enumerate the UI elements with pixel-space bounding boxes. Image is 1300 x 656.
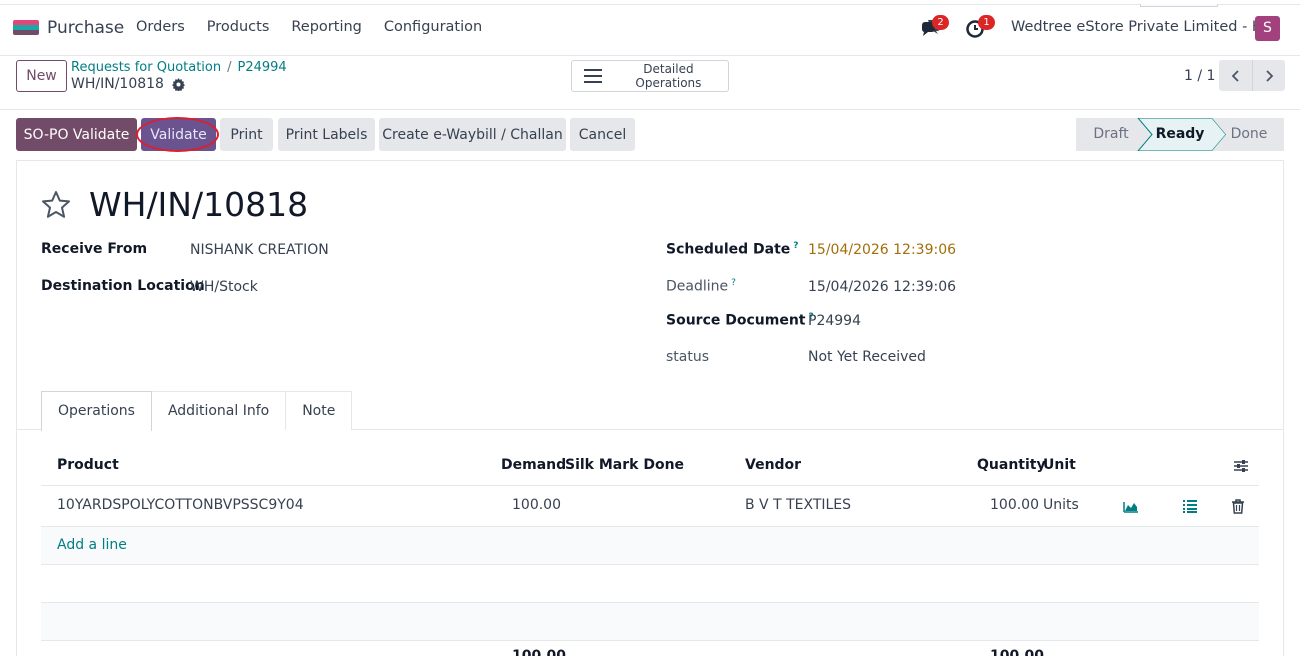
- menu-products[interactable]: Products: [207, 19, 270, 35]
- pager-value[interactable]: 1 / 1: [1184, 68, 1215, 84]
- table-row-line: [41, 640, 1259, 641]
- gear-icon[interactable]: [171, 77, 185, 91]
- row-unit[interactable]: Units: [1043, 497, 1079, 513]
- print-labels-button[interactable]: Print Labels: [278, 118, 375, 151]
- row-vendor[interactable]: B V T TEXTILES: [745, 497, 851, 513]
- col-silk-mark-done[interactable]: Silk Mark Done: [565, 457, 684, 473]
- pager-previous-button[interactable]: [1219, 60, 1252, 91]
- notebook-tabs: Operations Additional Info Note: [41, 391, 353, 431]
- chat-icon[interactable]: 2: [920, 15, 949, 38]
- deadline-label: Deadline?: [666, 278, 736, 295]
- chevron-left-icon: [1231, 69, 1239, 82]
- breadcrumb-rfq[interactable]: Requests for Quotation: [71, 60, 221, 75]
- user-avatar[interactable]: S: [1255, 16, 1280, 41]
- status-value: Not Yet Received: [808, 349, 926, 365]
- create-eway-button[interactable]: Create e-Waybill / Challan: [379, 118, 566, 151]
- row-quantity[interactable]: 100.00: [990, 497, 1039, 513]
- receive-from-label: Receive From: [41, 241, 148, 257]
- source-document-value[interactable]: P24994: [808, 313, 861, 329]
- table-header-line: [41, 485, 1259, 486]
- menu-configuration[interactable]: Configuration: [384, 19, 482, 35]
- receive-from-value[interactable]: NISHANK CREATION: [190, 242, 329, 258]
- tab-operations[interactable]: Operations: [41, 391, 152, 431]
- row-demand[interactable]: 100.00: [512, 497, 561, 513]
- so-po-validate-button[interactable]: SO-PO Validate: [16, 118, 137, 151]
- col-demand[interactable]: Demand: [501, 457, 566, 473]
- menu-reporting[interactable]: Reporting: [291, 19, 362, 35]
- tab-additional-info[interactable]: Additional Info: [150, 391, 287, 430]
- record-title: WH/IN/10818: [89, 185, 309, 224]
- breadcrumb: Requests for Quotation / P24994: [71, 60, 287, 75]
- stage-draft[interactable]: Draft: [1076, 118, 1146, 151]
- top-border: [0, 4, 1300, 7]
- tab-note[interactable]: Note: [285, 391, 353, 430]
- destination-label: Destination Location: [41, 278, 205, 294]
- activity-count-badge: 1: [978, 15, 995, 30]
- stage-done[interactable]: Done: [1214, 118, 1284, 151]
- details-list-icon[interactable]: [1182, 498, 1198, 514]
- new-button[interactable]: New: [16, 60, 67, 92]
- total-quantity: 100.00: [990, 648, 1045, 656]
- stage-ready[interactable]: Ready: [1146, 118, 1214, 151]
- scheduled-date-value[interactable]: 15/04/2026 12:39:06: [808, 242, 956, 258]
- chevron-right-icon: [1266, 69, 1274, 82]
- chat-count-badge: 2: [932, 15, 949, 30]
- add-a-line-link[interactable]: Add a line: [57, 537, 127, 553]
- pager-next-button[interactable]: [1252, 60, 1285, 91]
- total-demand: 100.00: [512, 648, 567, 656]
- main-menu: Orders Products Reporting Configuration: [136, 19, 504, 35]
- col-vendor[interactable]: Vendor: [745, 457, 801, 473]
- col-product[interactable]: Product: [57, 457, 119, 473]
- row-product[interactable]: 10YARDSPOLYCOTTONBVPSSC9Y04: [57, 497, 304, 513]
- record-name-text: WH/IN/10818: [71, 76, 164, 92]
- breadcrumb-separator: /: [227, 60, 232, 75]
- scheduled-date-label: Scheduled Date?: [666, 241, 799, 258]
- deadline-value: 15/04/2026 12:39:06: [808, 279, 957, 295]
- activity-clock-icon[interactable]: 1: [966, 15, 995, 38]
- add-line-row: [41, 527, 1259, 564]
- source-document-label: Source Document?: [666, 312, 814, 329]
- validate-button[interactable]: Validate: [141, 118, 216, 151]
- trash-icon[interactable]: [1230, 498, 1246, 514]
- hamburger-icon: [584, 69, 602, 83]
- cancel-button[interactable]: Cancel: [570, 118, 635, 151]
- favorite-star-icon[interactable]: [40, 189, 72, 221]
- purchase-app-icon[interactable]: [13, 20, 39, 36]
- record-name: WH/IN/10818: [71, 76, 185, 92]
- company-switcher[interactable]: Wedtree eStore Private Limited - HO: [1011, 19, 1274, 35]
- empty-row: [41, 603, 1259, 640]
- breadcrumb-po[interactable]: P24994: [238, 60, 287, 75]
- detailed-operations-button[interactable]: Detailed Operations: [571, 60, 729, 92]
- app-name[interactable]: Purchase: [47, 18, 124, 38]
- print-button[interactable]: Print: [220, 118, 273, 151]
- top-navbar: Purchase Orders Products Reporting Confi…: [0, 0, 1300, 56]
- status-bar: Draft Ready Done: [1076, 118, 1284, 151]
- column-settings-icon[interactable]: [1233, 458, 1249, 474]
- col-quantity[interactable]: Quantity: [977, 457, 1046, 473]
- help-icon[interactable]: ?: [793, 241, 798, 251]
- col-unit[interactable]: Unit: [1043, 457, 1076, 473]
- menu-orders[interactable]: Orders: [136, 19, 185, 35]
- detailed-operations-label: Detailed Operations: [635, 62, 702, 90]
- control-panel-divider: [0, 109, 1300, 110]
- destination-value[interactable]: WH/Stock: [190, 279, 258, 295]
- table-row-line: [41, 564, 1259, 565]
- help-icon[interactable]: ?: [731, 278, 736, 288]
- status-label: status: [666, 349, 710, 365]
- top-tab-stub: [1140, 4, 1218, 7]
- forecast-chart-icon[interactable]: [1123, 498, 1139, 514]
